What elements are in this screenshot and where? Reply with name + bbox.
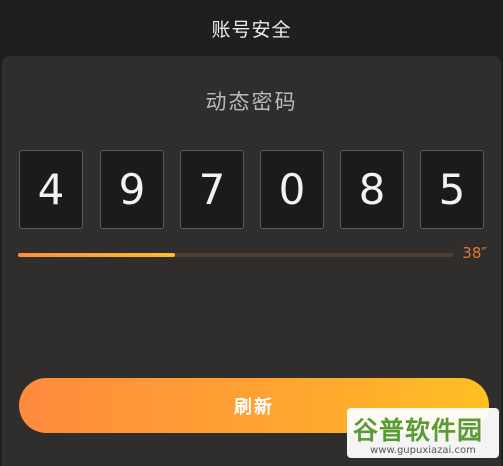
watermark-name: 谷普软件园 bbox=[353, 416, 484, 445]
otp-digit-2: 9 bbox=[100, 150, 164, 229]
otp-digit-3: 7 bbox=[180, 150, 244, 229]
watermark-url: www.gupuxiazai.com bbox=[370, 445, 476, 456]
countdown-progress-bar bbox=[18, 253, 454, 257]
otp-digits: 4 9 7 0 8 5 bbox=[19, 150, 489, 231]
countdown-timer: 38″ bbox=[462, 244, 487, 262]
refresh-button-label: 刷新 bbox=[234, 396, 274, 418]
otp-digit-4: 0 bbox=[260, 150, 324, 229]
page-title: 账号安全 bbox=[211, 18, 292, 41]
section-title: 动态密码 bbox=[205, 90, 298, 114]
watermark-logo: 谷普软件园 www.gupuxiazai.com bbox=[347, 408, 499, 458]
otp-digit-5: 8 bbox=[340, 150, 404, 229]
otp-digit-6: 5 bbox=[420, 150, 484, 229]
header-bar: 账号安全 bbox=[0, 0, 503, 56]
countdown-progress-fill bbox=[18, 253, 175, 257]
dynamic-password-card: 动态密码 4 9 7 0 8 5 38″ 刷新 bbox=[2, 56, 501, 466]
otp-digit-1: 4 bbox=[19, 150, 83, 229]
